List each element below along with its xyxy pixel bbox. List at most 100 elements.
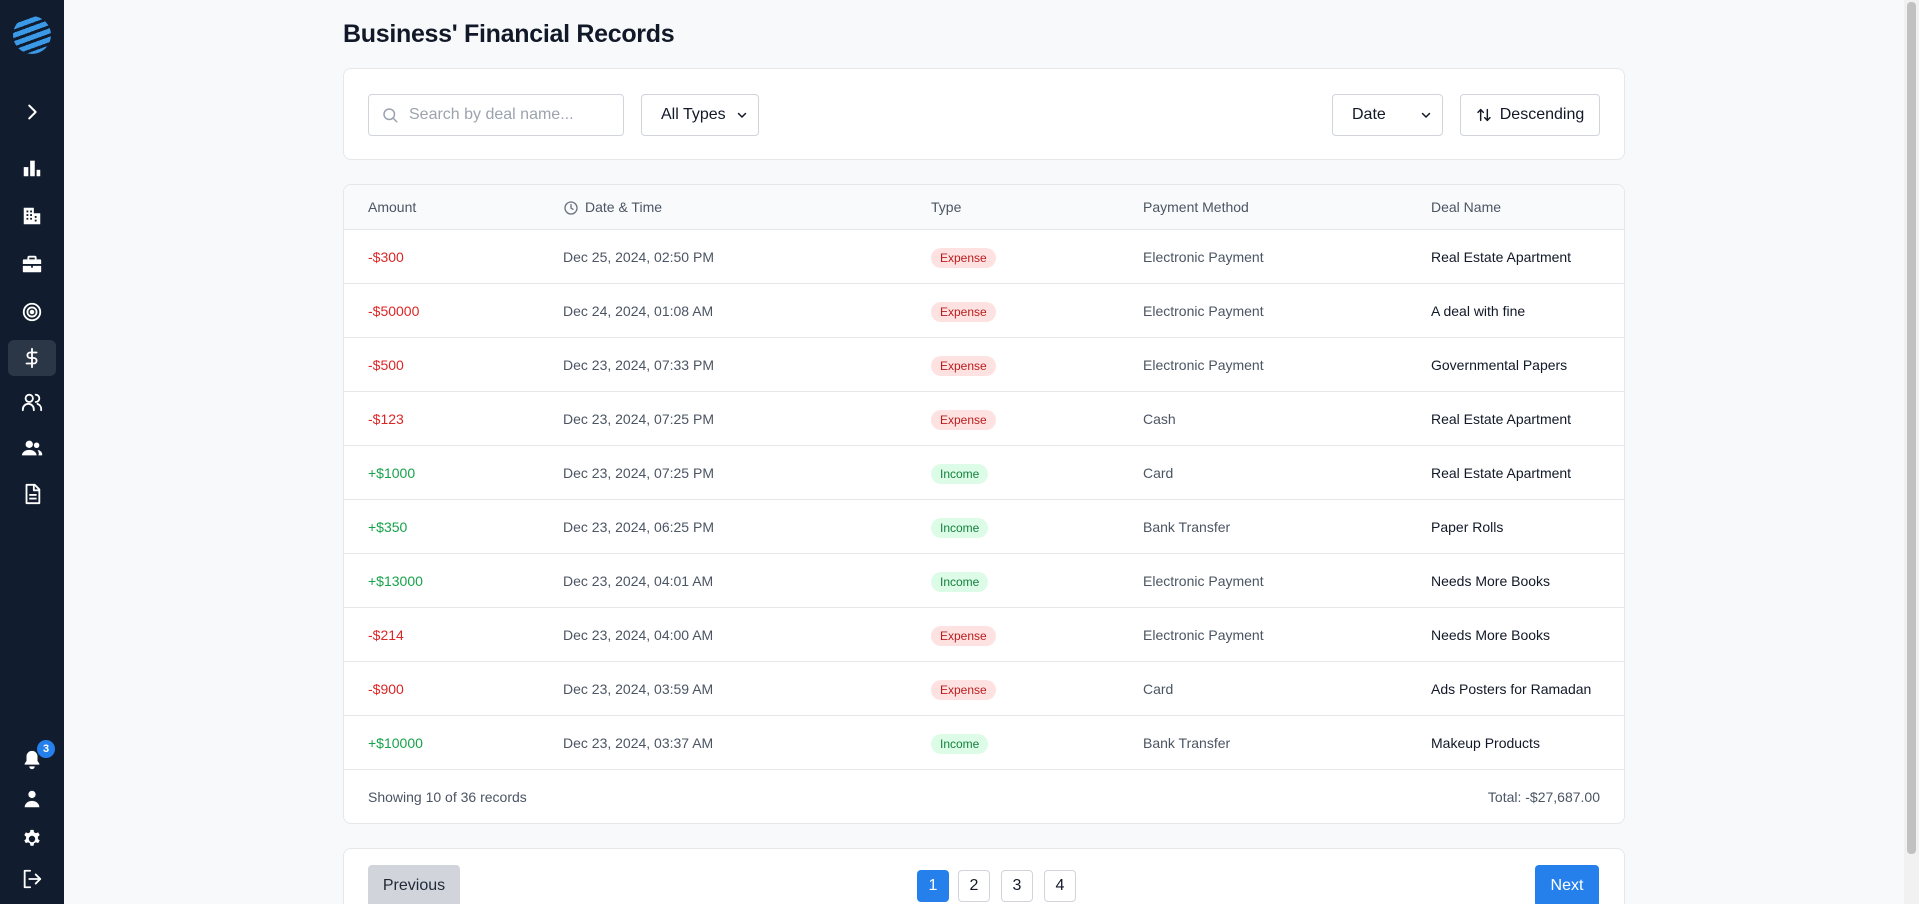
type-badge: Income [931,572,989,593]
page-2-button[interactable]: 2 [958,870,990,902]
payment-method-cell: Bank Transfer [1143,519,1231,535]
sidebar-item-deals[interactable] [8,246,56,282]
amount-cell: +$350 [368,519,408,535]
dollar-icon [25,347,38,369]
type-badge: Expense [931,248,996,269]
deal-name-cell: Real Estate Apartment [1431,411,1572,427]
deal-name-cell: Makeup Products [1431,735,1540,751]
header-deal-name[interactable]: Deal Name [1431,185,1501,230]
table-row[interactable]: +$13000 Dec 23, 2024, 04:01 AM Income El… [344,554,1624,608]
header-deal-label: Deal Name [1431,199,1502,215]
table-row[interactable]: -$50000 Dec 24, 2024, 01:08 AM Expense E… [344,284,1624,338]
sidebar-item-companies[interactable] [8,198,56,234]
profile-button[interactable] [8,781,56,817]
records-table: Amount Date & Time Type Payment Method D… [343,184,1625,824]
sort-order-button[interactable]: Descending [1460,94,1600,136]
type-badge: Expense [931,626,996,647]
deal-name-cell: Governmental Papers [1431,357,1568,373]
records-count: Showing 10 of 36 records [368,789,527,805]
type-badge: Expense [931,410,996,431]
date-cell: Dec 23, 2024, 03:37 AM [563,735,714,751]
target-icon [22,302,42,322]
table-row[interactable]: -$300 Dec 25, 2024, 02:50 PM Expense Ele… [344,230,1624,284]
page-title: Business' Financial Records [343,20,675,48]
clock-icon [564,200,578,215]
table-row[interactable]: -$900 Dec 23, 2024, 03:59 AM Expense Car… [344,662,1624,716]
amount-cell: -$500 [368,357,404,373]
type-filter-select[interactable]: All Types [641,94,759,136]
type-cell: Expense [931,662,996,716]
type-filter-value: All Types [661,106,726,123]
header-amount[interactable]: Amount [368,185,416,230]
payment-method-cell: Electronic Payment [1143,357,1264,373]
page-3-button[interactable]: 3 [1001,870,1033,902]
sort-order-label: Descending [1499,106,1585,123]
settings-button[interactable] [8,821,56,857]
previous-button[interactable]: Previous [368,865,460,904]
search-icon [383,108,398,123]
sidebar-item-targets[interactable] [8,294,56,330]
header-type[interactable]: Type [931,185,961,230]
deal-name-cell: Paper Rolls [1431,519,1504,535]
header-date-label: Date & Time [585,199,663,215]
deal-name-cell: Needs More Books [1431,573,1551,589]
header-type-label: Type [931,199,962,215]
sidebar-item-analytics[interactable] [8,150,56,186]
globe-logo-icon[interactable] [13,16,51,54]
sidebar-item-finance[interactable] [8,340,56,376]
table-row[interactable]: +$350 Dec 23, 2024, 06:25 PM Income Bank… [344,500,1624,554]
payment-method-cell: Electronic Payment [1143,303,1264,319]
type-cell: Income [931,446,989,500]
type-cell: Expense [931,608,996,662]
header-payment-method[interactable]: Payment Method [1143,185,1249,230]
table-header: Amount Date & Time Type Payment Method D… [344,185,1624,230]
type-badge: Expense [931,302,996,323]
deal-name-cell: A deal with fine [1431,303,1526,319]
records-total: Total: -$27,687.00 [1487,789,1600,805]
amount-cell: +$10000 [368,735,423,751]
payment-method-cell: Electronic Payment [1143,627,1264,643]
amount-cell: +$13000 [368,573,423,589]
sort-field-select[interactable]: Date [1332,94,1443,136]
table-row[interactable]: +$1000 Dec 23, 2024, 07:25 PM Income Car… [344,446,1624,500]
briefcase-icon [22,255,42,273]
type-badge: Expense [931,680,996,701]
notifications-button[interactable]: 3 [8,740,56,778]
next-button[interactable]: Next [1535,865,1599,904]
header-method-label: Payment Method [1143,199,1249,215]
sidebar-item-documents[interactable] [8,476,56,512]
logout-button[interactable] [8,861,56,897]
chevron-down-icon [737,112,747,118]
date-cell: Dec 23, 2024, 07:25 PM [563,411,714,427]
type-cell: Expense [931,392,996,446]
table-footer: Showing 10 of 36 records Total: -$27,687… [344,770,1624,823]
deal-name-cell: Needs More Books [1431,627,1551,643]
scrollbar-thumb[interactable] [1907,2,1916,854]
amount-cell: -$900 [368,681,404,697]
logout-icon [23,869,42,889]
page-1-button[interactable]: 1 [917,870,949,902]
user-icon [24,790,40,808]
type-cell: Income [931,554,989,608]
deal-name-cell: Ads Posters for Ramadan [1431,681,1592,697]
date-cell: Dec 23, 2024, 03:59 AM [563,681,714,697]
header-date[interactable]: Date & Time [563,185,662,230]
page-scrollbar[interactable] [1904,0,1919,904]
table-row[interactable]: -$214 Dec 23, 2024, 04:00 AM Expense Ele… [344,608,1624,662]
table-row[interactable]: +$10000 Dec 23, 2024, 03:37 AM Income Ba… [344,716,1624,770]
sidebar-item-users[interactable] [8,384,56,420]
page-4-button[interactable]: 4 [1044,870,1076,902]
payment-method-cell: Card [1143,465,1174,481]
expand-sidebar-button[interactable] [8,94,56,130]
sidebar-item-team[interactable] [8,430,56,466]
search-input[interactable] [409,95,619,135]
document-icon [25,483,41,505]
type-cell: Income [931,716,989,770]
table-row[interactable]: -$123 Dec 23, 2024, 07:25 PM Expense Cas… [344,392,1624,446]
amount-cell: -$300 [368,249,404,265]
table-row[interactable]: -$500 Dec 23, 2024, 07:33 PM Expense Ele… [344,338,1624,392]
sort-arrows-icon [1477,108,1491,122]
amount-cell: -$50000 [368,303,420,319]
building-icon [23,207,41,225]
amount-cell: -$214 [368,627,404,643]
